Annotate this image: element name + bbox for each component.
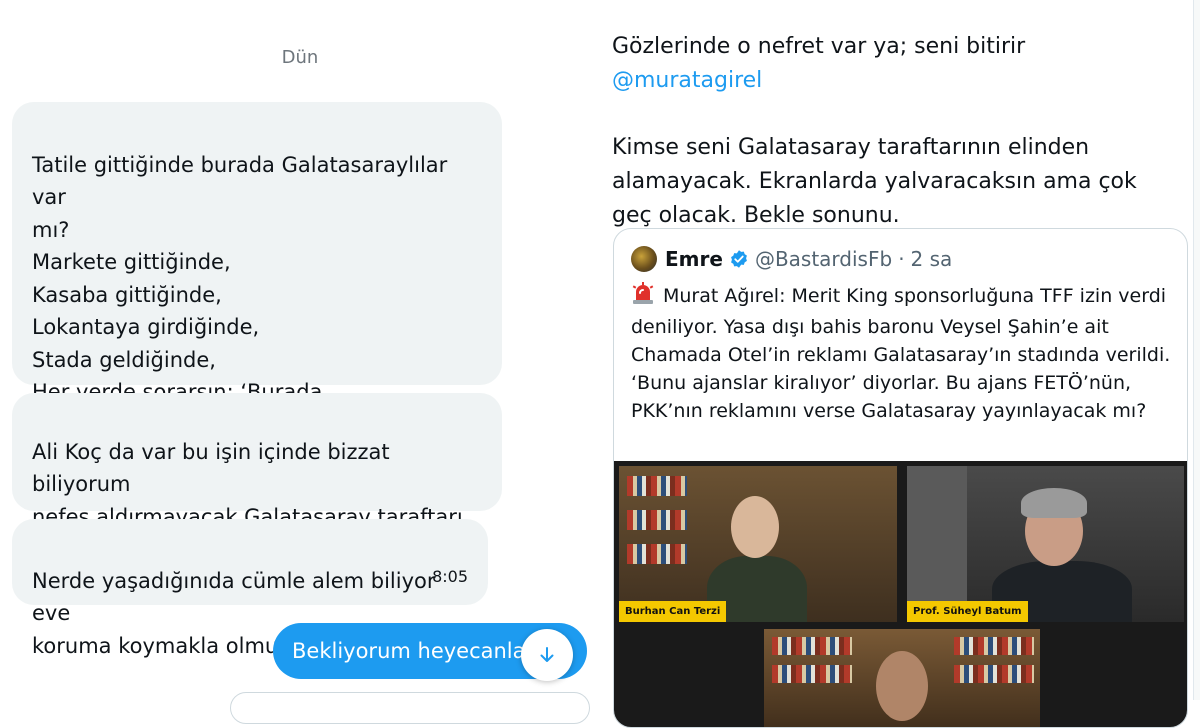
arrow-down-icon (540, 647, 554, 662)
tweet-body: Gözlerinde o nefret var ya; seni bitirir… (612, 30, 1182, 233)
bookshelf (627, 476, 687, 496)
background-wall (907, 466, 967, 622)
video-tile-3 (764, 629, 1040, 727)
conversation-panel: Dün Tatile gittiğinde burada Galatasaray… (0, 0, 600, 724)
person-hair (1021, 488, 1087, 518)
person-head (876, 651, 928, 721)
quoted-tweet-text: Murat Ağırel: Merit King sponsorluğuna T… (631, 281, 1171, 425)
message-composer[interactable] (230, 692, 590, 724)
video-tile-2: Prof. Süheyl Batum (907, 466, 1184, 622)
quoted-text-body: Murat Ağırel: Merit King sponsorluğuna T… (631, 285, 1171, 422)
sent-message-text: Bekliyorum heyecanla (292, 639, 526, 663)
siren-icon (631, 281, 655, 313)
tweet-time[interactable]: 2 sa (911, 247, 953, 271)
video-tile-1: Burhan Can Terzi (619, 466, 897, 622)
quoted-tweet-header: Emre @BastardisFb · 2 sa (631, 244, 952, 274)
bookshelf (627, 544, 687, 564)
tweet-paragraph-1: Gözlerinde o nefret var ya; seni bitirir… (612, 30, 1182, 98)
bookshelf (772, 665, 852, 683)
participant-name-tag: Prof. Süheyl Batum (907, 601, 1028, 622)
bookshelf (954, 665, 1034, 683)
tweet-paragraph-2: Kimse seni Galatasaray taraftarının elin… (612, 135, 1137, 228)
tweet-line-1: Gözlerinde o nefret var ya; seni bitirir (612, 34, 1026, 59)
bookshelf (627, 510, 687, 530)
mention-link[interactable]: @muratagirel (612, 68, 762, 93)
scrollbar[interactable] (1193, 0, 1200, 700)
quoted-tweet-media[interactable]: Burhan Can Terzi Prof. Süheyl Batum (614, 461, 1187, 727)
avatar[interactable] (631, 246, 657, 272)
received-message-2[interactable]: Ali Koç da var bu işin içinde bizzat bil… (12, 393, 502, 561)
participant-name-tag: Burhan Can Terzi (619, 601, 727, 622)
date-separator: Dün (281, 47, 319, 68)
author-name[interactable]: Emre (665, 247, 723, 271)
verified-badge-icon (729, 249, 749, 269)
scroll-to-bottom-button[interactable] (521, 629, 573, 681)
message-timestamp: 8:05 (432, 566, 468, 586)
author-handle[interactable]: @BastardisFb (755, 247, 892, 271)
bookshelf (772, 637, 852, 655)
bookshelf (954, 637, 1034, 655)
quoted-tweet-card[interactable]: Emre @BastardisFb · 2 sa Murat Ağırel: M… (613, 228, 1188, 728)
header-separator: · (898, 247, 905, 271)
tweet-panel: Gözlerinde o nefret var ya; seni bitirir… (600, 0, 1200, 728)
received-message-1[interactable]: Tatile gittiğinde burada Galatasaraylıla… (12, 102, 502, 469)
received-message-3[interactable]: Nerde yaşadığınıda cümle alem biliyor ev… (12, 519, 488, 658)
person-head (731, 496, 779, 558)
